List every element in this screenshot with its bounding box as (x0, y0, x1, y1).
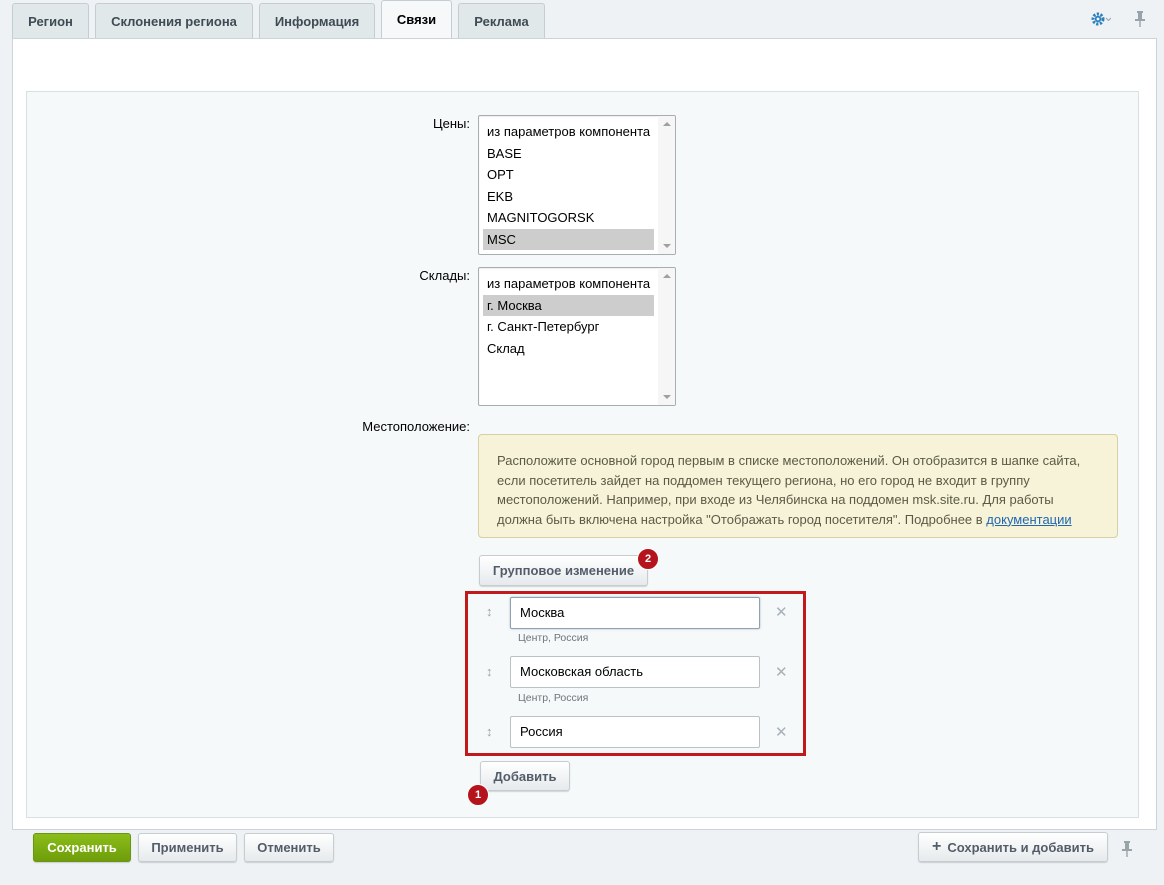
prices-scrollbar[interactable] (658, 116, 675, 254)
drag-handle-icon[interactable]: ↕ (486, 604, 493, 619)
scroll-down-icon[interactable] (663, 395, 671, 399)
prices-label: Цены: (433, 116, 470, 131)
prices-listbox[interactable]: из параметров компонента BASE OPT EKB MA… (478, 115, 676, 255)
location-sub: Центр, Россия (518, 632, 589, 644)
tab-advertising[interactable]: Реклама (458, 3, 545, 38)
prices-option-selected[interactable]: MSC (483, 228, 654, 250)
group-change-button[interactable]: Групповое изменение (479, 555, 648, 586)
annotation-badge-2: 2 (637, 548, 659, 570)
tabs-bar: Регион Склонения региона Информация Связ… (0, 0, 1164, 38)
stores-option[interactable]: из параметров компонента (483, 273, 654, 295)
pin-icon[interactable] (1133, 10, 1147, 28)
stores-label: Склады: (419, 268, 470, 283)
scroll-up-icon[interactable] (663, 274, 671, 278)
location-input[interactable]: Москва (510, 597, 760, 629)
scroll-up-icon[interactable] (663, 122, 671, 126)
remove-icon[interactable]: ✕ (775, 603, 788, 621)
cancel-button[interactable]: Отменить (244, 833, 334, 862)
location-input[interactable]: Московская область (510, 656, 760, 688)
tab-information[interactable]: Информация (259, 3, 375, 38)
stores-listbox[interactable]: из параметров компонента г. Москва г. Са… (478, 267, 676, 406)
tab-links[interactable]: Связи (381, 0, 452, 38)
stores-option-selected[interactable]: г. Москва (483, 294, 654, 316)
remove-icon[interactable]: ✕ (775, 663, 788, 681)
stores-option[interactable]: г. Санкт-Петербург (483, 316, 654, 338)
location-sub: Центр, Россия (518, 692, 589, 704)
scroll-down-icon[interactable] (663, 244, 671, 248)
tab-region-declension[interactable]: Склонения региона (95, 3, 253, 38)
prices-option[interactable]: EKB (483, 186, 654, 208)
stores-option[interactable]: Склад (483, 338, 654, 360)
prices-option[interactable]: MAGNITOGORSK (483, 207, 654, 229)
prices-option[interactable]: из параметров компонента (483, 121, 654, 143)
location-input[interactable]: Россия (510, 716, 760, 748)
apply-button[interactable]: Применить (138, 833, 237, 862)
plus-icon: + (932, 838, 942, 855)
save-and-add-button[interactable]: + Сохранить и добавить (918, 832, 1108, 862)
save-button[interactable]: Сохранить (33, 833, 131, 862)
location-label: Местоположение: (362, 419, 470, 434)
tab-region[interactable]: Регион (12, 3, 89, 38)
location-hint: Расположите основной город первым в спис… (478, 434, 1118, 538)
prices-option[interactable]: OPT (483, 164, 654, 186)
add-location-button[interactable]: Добавить (480, 761, 570, 791)
stores-scrollbar[interactable] (658, 268, 675, 405)
drag-handle-icon[interactable]: ↕ (486, 724, 493, 739)
documentation-link[interactable]: документации (986, 512, 1071, 527)
footer-pin-icon[interactable] (1120, 840, 1134, 858)
prices-option[interactable]: BASE (483, 143, 654, 165)
annotation-badge-1: 1 (467, 784, 489, 806)
gear-icon[interactable] (1091, 11, 1111, 27)
drag-handle-icon[interactable]: ↕ (486, 664, 493, 679)
remove-icon[interactable]: ✕ (775, 723, 788, 741)
save-and-add-label: Сохранить и добавить (947, 839, 1094, 855)
